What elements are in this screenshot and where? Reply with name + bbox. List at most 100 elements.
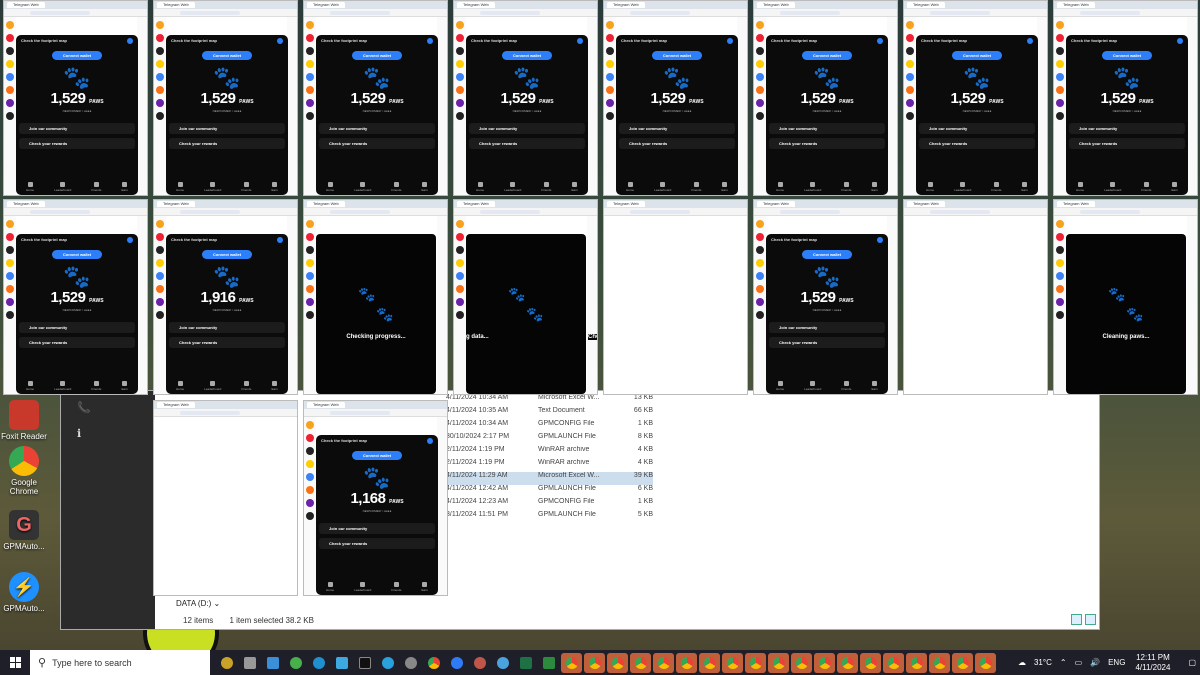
- nav-item-friends[interactable]: Friends: [241, 182, 251, 192]
- chat-avatar[interactable]: [306, 298, 314, 306]
- nav-item-earn[interactable]: Earn: [572, 182, 578, 192]
- nav-item-earn[interactable]: Earn: [722, 182, 728, 192]
- chat-avatar[interactable]: [756, 233, 764, 241]
- chat-avatar[interactable]: [906, 99, 914, 107]
- chat-avatar[interactable]: [6, 112, 14, 120]
- chat-avatar[interactable]: [906, 34, 914, 42]
- nav-item-earn[interactable]: Earn: [872, 381, 878, 391]
- connect-wallet-button[interactable]: Connect wallet: [1102, 51, 1152, 60]
- nav-item-friends[interactable]: Friends: [91, 182, 101, 192]
- chat-avatar[interactable]: [6, 220, 14, 228]
- address-bar[interactable]: [304, 9, 447, 17]
- chat-avatar[interactable]: [306, 233, 314, 241]
- chat-avatar[interactable]: [6, 272, 14, 280]
- nav-item-leaderboard[interactable]: Leaderboard: [804, 182, 821, 192]
- join-community-button[interactable]: Join our community: [769, 123, 885, 134]
- chrome-profile-icon[interactable]: [814, 652, 835, 673]
- nav-item-home[interactable]: Home: [626, 182, 634, 192]
- green-grid-icon[interactable]: [538, 653, 559, 673]
- nav-item-earn[interactable]: Earn: [272, 381, 278, 391]
- chat-avatar[interactable]: [306, 460, 314, 468]
- desktop-icon-chrome[interactable]: Google Chrome: [0, 446, 48, 496]
- chat-avatar[interactable]: [906, 21, 914, 29]
- chat-avatar[interactable]: [306, 73, 314, 81]
- nav-item-friends[interactable]: Friends: [841, 381, 851, 391]
- browser-tab[interactable]: Telegram Web: [157, 2, 195, 8]
- chat-avatar[interactable]: [1056, 21, 1064, 29]
- cmd-icon[interactable]: [354, 653, 375, 673]
- join-community-button[interactable]: Join our community: [19, 322, 135, 333]
- temperature[interactable]: 31°C: [1034, 658, 1052, 667]
- connect-wallet-button[interactable]: Connect wallet: [352, 451, 402, 460]
- nav-item-earn[interactable]: Earn: [272, 182, 278, 192]
- chrome-icon[interactable]: [423, 653, 444, 673]
- address-bar[interactable]: [304, 409, 447, 417]
- chrome-profile-icon[interactable]: [561, 652, 582, 673]
- chrome-profile-icon[interactable]: [745, 652, 766, 673]
- chat-avatar[interactable]: [306, 86, 314, 94]
- footprint-map-header[interactable]: Check the footprint map: [166, 234, 288, 245]
- telegram-icon[interactable]: [377, 653, 398, 673]
- chat-avatar[interactable]: [456, 246, 464, 254]
- chat-avatar[interactable]: [306, 486, 314, 494]
- nav-item-leaderboard[interactable]: Leaderboard: [54, 381, 71, 391]
- snip-icon[interactable]: [469, 653, 490, 673]
- browser-window-thumbnail[interactable]: Telegram Web 🐾🐾 g data... Checki: [453, 199, 598, 395]
- browser-tab[interactable]: Telegram Web: [457, 2, 495, 8]
- check-rewards-button[interactable]: Check your rewards: [769, 138, 885, 149]
- nav-item-home[interactable]: Home: [176, 381, 184, 391]
- weather-icon[interactable]: ☁: [1018, 658, 1026, 667]
- address-bar[interactable]: [1054, 9, 1197, 17]
- nav-item-friends[interactable]: Friends: [391, 182, 401, 192]
- connect-wallet-button[interactable]: Connect wallet: [52, 250, 102, 259]
- nav-item-earn[interactable]: Earn: [872, 182, 878, 192]
- chat-avatar[interactable]: [756, 220, 764, 228]
- chat-avatar[interactable]: [906, 86, 914, 94]
- chrome-profile-icon[interactable]: [607, 652, 628, 673]
- people-icon[interactable]: [492, 653, 513, 673]
- browser-tab[interactable]: Telegram Web: [757, 2, 795, 8]
- nav-item-leaderboard[interactable]: Leaderboard: [654, 182, 671, 192]
- chat-avatar[interactable]: [456, 86, 464, 94]
- chat-avatar[interactable]: [1056, 112, 1064, 120]
- chrome-grey-icon[interactable]: [400, 653, 421, 673]
- chat-avatar[interactable]: [156, 73, 164, 81]
- chrome-profile-icon[interactable]: [860, 652, 881, 673]
- chat-avatar[interactable]: [156, 298, 164, 306]
- chat-avatar[interactable]: [456, 233, 464, 241]
- nav-item-leaderboard[interactable]: Leaderboard: [504, 182, 521, 192]
- chat-avatar[interactable]: [756, 60, 764, 68]
- chat-avatar[interactable]: [456, 285, 464, 293]
- nav-item-leaderboard[interactable]: Leaderboard: [804, 381, 821, 391]
- nav-item-friends[interactable]: Friends: [841, 182, 851, 192]
- file-row[interactable]: 4/11/2024 10:34 AM Microsoft Excel W... 13…: [446, 394, 653, 407]
- check-rewards-button[interactable]: Check your rewards: [1069, 138, 1185, 149]
- join-community-button[interactable]: Join our community: [169, 322, 285, 333]
- chat-avatar[interactable]: [156, 34, 164, 42]
- join-community-button[interactable]: Join our community: [319, 523, 435, 534]
- nav-item-home[interactable]: Home: [26, 182, 34, 192]
- nav-item-leaderboard[interactable]: Leaderboard: [1104, 182, 1121, 192]
- chat-avatar[interactable]: [1056, 99, 1064, 107]
- chat-avatar[interactable]: [456, 60, 464, 68]
- green-app-icon[interactable]: [285, 653, 306, 673]
- chat-avatar[interactable]: [306, 259, 314, 267]
- chat-avatar[interactable]: [156, 311, 164, 319]
- chat-avatar[interactable]: [456, 220, 464, 228]
- chat-avatar[interactable]: [306, 112, 314, 120]
- chat-avatar[interactable]: [156, 21, 164, 29]
- chat-avatar[interactable]: [1056, 73, 1064, 81]
- nav-item-home[interactable]: Home: [326, 182, 334, 192]
- browser-tab[interactable]: Telegram Web: [7, 201, 45, 207]
- address-bar[interactable]: [4, 9, 147, 17]
- footprint-map-header[interactable]: Check the footprint map: [316, 35, 438, 46]
- address-bar[interactable]: [904, 9, 1047, 17]
- nav-item-earn[interactable]: Earn: [1022, 182, 1028, 192]
- chat-avatar[interactable]: [1056, 311, 1064, 319]
- chat-avatar[interactable]: [6, 311, 14, 319]
- chat-avatar[interactable]: [606, 34, 614, 42]
- chat-avatar[interactable]: [6, 86, 14, 94]
- footprint-map-header[interactable]: Check the footprint map: [466, 35, 588, 46]
- chat-avatar[interactable]: [306, 434, 314, 442]
- connect-wallet-button[interactable]: Connect wallet: [802, 250, 852, 259]
